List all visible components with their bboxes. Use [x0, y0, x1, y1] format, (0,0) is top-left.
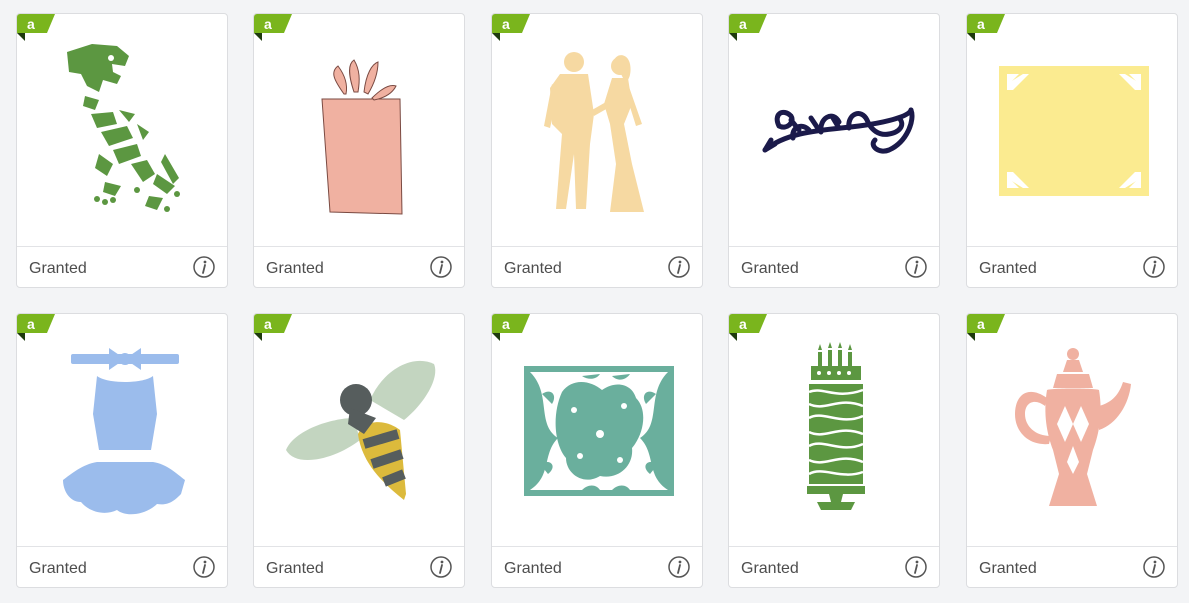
- info-icon[interactable]: [668, 256, 690, 278]
- card-footer: Granted: [967, 546, 1177, 587]
- card-footer: Granted: [492, 546, 702, 587]
- svg-text:a: a: [27, 16, 35, 32]
- card-footer: Granted: [729, 246, 939, 287]
- card-footer: Granted: [254, 546, 464, 587]
- info-icon[interactable]: [1143, 256, 1165, 278]
- svg-text:a: a: [502, 316, 510, 332]
- access-status-label: Granted: [504, 560, 562, 577]
- access-badge-icon: a: [729, 314, 767, 341]
- access-badge-icon: a: [967, 14, 1005, 41]
- info-icon[interactable]: [1143, 556, 1165, 578]
- access-status-label: Granted: [979, 260, 1037, 277]
- info-icon[interactable]: [668, 556, 690, 578]
- card-footer: Granted: [729, 546, 939, 587]
- svg-text:a: a: [739, 16, 747, 32]
- access-badge-icon: a: [967, 314, 1005, 341]
- info-icon[interactable]: [905, 556, 927, 578]
- design-card[interactable]: Granted a: [966, 13, 1178, 288]
- design-card[interactable]: Granted a: [16, 313, 228, 588]
- svg-text:a: a: [739, 316, 747, 332]
- card-footer: Granted: [254, 246, 464, 287]
- access-status-label: Granted: [741, 560, 799, 577]
- design-card[interactable]: Granted a: [491, 13, 703, 288]
- svg-text:a: a: [977, 316, 985, 332]
- card-footer: Granted: [967, 246, 1177, 287]
- info-icon[interactable]: [430, 556, 452, 578]
- access-badge-icon: a: [492, 314, 530, 341]
- card-footer: Granted: [17, 246, 227, 287]
- access-badge-icon: a: [17, 314, 55, 341]
- svg-text:a: a: [27, 316, 35, 332]
- svg-text:a: a: [977, 16, 985, 32]
- design-card[interactable]: Granted a: [728, 313, 940, 588]
- access-status-label: Granted: [266, 560, 324, 577]
- svg-text:a: a: [502, 16, 510, 32]
- access-badge-icon: a: [492, 14, 530, 41]
- card-footer: Granted: [17, 546, 227, 587]
- design-card[interactable]: Granted a: [253, 313, 465, 588]
- access-badge-icon: a: [17, 14, 55, 41]
- access-status-label: Granted: [29, 260, 87, 277]
- info-icon[interactable]: [193, 256, 215, 278]
- access-status-label: Granted: [29, 560, 87, 577]
- card-footer: Granted: [492, 246, 702, 287]
- design-card[interactable]: Granted a: [16, 13, 228, 288]
- design-card[interactable]: Granted a: [253, 13, 465, 288]
- info-icon[interactable]: [430, 256, 452, 278]
- design-card[interactable]: Granted a: [491, 313, 703, 588]
- access-status-label: Granted: [266, 260, 324, 277]
- access-badge-icon: a: [729, 14, 767, 41]
- access-status-label: Granted: [979, 560, 1037, 577]
- svg-text:a: a: [264, 16, 272, 32]
- svg-text:a: a: [264, 316, 272, 332]
- access-status-label: Granted: [504, 260, 562, 277]
- access-status-label: Granted: [741, 260, 799, 277]
- info-icon[interactable]: [193, 556, 215, 578]
- info-icon[interactable]: [905, 256, 927, 278]
- access-badge-icon: a: [254, 14, 292, 41]
- design-card[interactable]: Granted a: [728, 13, 940, 288]
- design-card[interactable]: Granted a: [966, 313, 1178, 588]
- access-badge-icon: a: [254, 314, 292, 341]
